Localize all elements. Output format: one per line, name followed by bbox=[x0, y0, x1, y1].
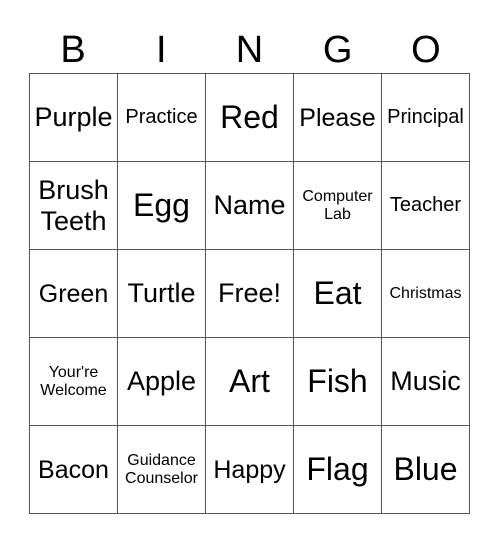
bingo-cell[interactable]: Eat bbox=[294, 250, 382, 338]
bingo-grid: Purple Practice Red Please Principal Brush Te… bbox=[29, 73, 470, 514]
bingo-cell[interactable]: Brush Teeth bbox=[30, 162, 118, 250]
bingo-cell[interactable]: Flag bbox=[294, 426, 382, 514]
bingo-cell[interactable]: Music bbox=[382, 338, 470, 426]
bingo-cell[interactable]: Blue bbox=[382, 426, 470, 514]
header-letter-n: N bbox=[235, 29, 264, 71]
bingo-cell[interactable]: Egg bbox=[118, 162, 206, 250]
bingo-cell[interactable]: Christmas bbox=[382, 250, 470, 338]
header-letter-b: B bbox=[60, 29, 86, 71]
bingo-cell[interactable]: Name bbox=[206, 162, 294, 250]
bingo-cell[interactable]: Principal bbox=[382, 74, 470, 162]
bingo-cell[interactable]: Happy bbox=[206, 426, 294, 514]
bingo-header: B I N G O bbox=[29, 28, 470, 72]
bingo-cell[interactable]: Teacher bbox=[382, 162, 470, 250]
bingo-cell[interactable]: Bacon bbox=[30, 426, 118, 514]
bingo-cell[interactable]: Fish bbox=[294, 338, 382, 426]
header-letter-o: O bbox=[411, 29, 441, 71]
header-letter-g: G bbox=[322, 29, 353, 71]
bingo-cell[interactable]: Practice bbox=[118, 74, 206, 162]
bingo-cell[interactable]: Turtle bbox=[118, 250, 206, 338]
bingo-cell[interactable]: Computer Lab bbox=[294, 162, 382, 250]
free-space-cell[interactable]: Free! bbox=[206, 250, 294, 338]
bingo-cell[interactable]: Purple bbox=[30, 74, 118, 162]
bingo-cell[interactable]: Art bbox=[206, 338, 294, 426]
bingo-cell[interactable]: Green bbox=[30, 250, 118, 338]
bingo-cell[interactable]: Apple bbox=[118, 338, 206, 426]
bingo-cell[interactable]: Red bbox=[206, 74, 294, 162]
header-letter-i: I bbox=[156, 29, 167, 71]
bingo-cell[interactable]: Guidance Counselor bbox=[118, 426, 206, 514]
bingo-cell[interactable]: Please bbox=[294, 74, 382, 162]
bingo-cell[interactable]: Your're Welcome bbox=[30, 338, 118, 426]
